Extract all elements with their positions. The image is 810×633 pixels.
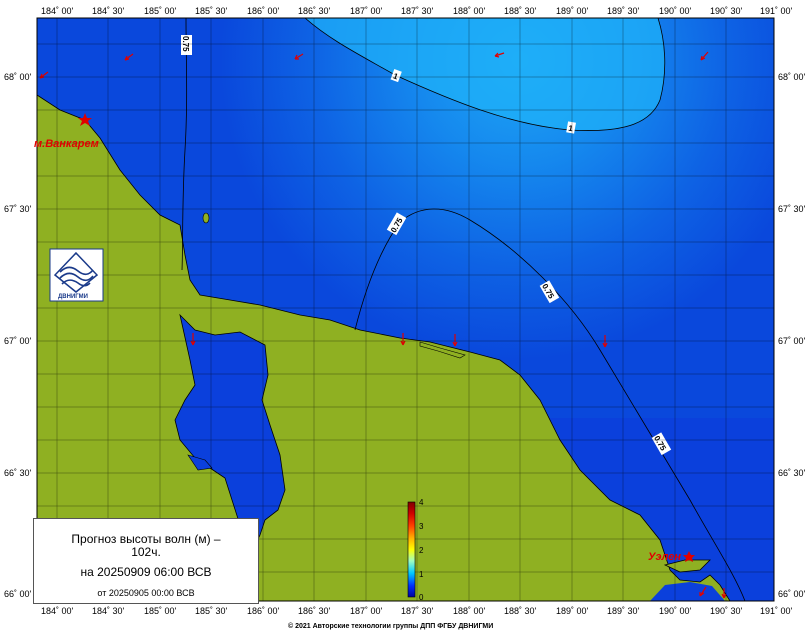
svg-text:67˚ 30': 67˚ 30' xyxy=(4,204,32,214)
svg-text:66˚ 00': 66˚ 00' xyxy=(778,589,806,599)
dvnigmi-logo: ДВНИГМИ xyxy=(49,248,104,302)
svg-text:185˚ 00': 185˚ 00' xyxy=(144,606,177,616)
svg-text:67˚ 00': 67˚ 00' xyxy=(778,336,806,346)
svg-text:190˚ 30': 190˚ 30' xyxy=(710,606,743,616)
svg-text:66˚ 30': 66˚ 30' xyxy=(778,468,806,478)
islet xyxy=(202,212,210,224)
lat-labels-right: 68˚ 00' 67˚ 30' 67˚ 00' 66˚ 30' 66˚ 00' xyxy=(778,72,806,599)
svg-text:186˚ 30': 186˚ 30' xyxy=(298,6,331,16)
forecast-title: Прогноз высоты волн (м) – xyxy=(71,532,221,546)
svg-text:3: 3 xyxy=(419,522,424,531)
svg-text:191˚ 00': 191˚ 00' xyxy=(760,606,793,616)
svg-text:189˚ 00': 189˚ 00' xyxy=(556,6,589,16)
svg-text:189˚ 30': 189˚ 30' xyxy=(607,606,640,616)
svg-text:185˚ 30': 185˚ 30' xyxy=(195,6,228,16)
svg-text:185˚ 00': 185˚ 00' xyxy=(144,6,177,16)
svg-text:2: 2 xyxy=(419,546,424,555)
svg-text:188˚ 00': 188˚ 00' xyxy=(453,6,486,16)
forecast-issue-time: от 20250905 00:00 ВСВ xyxy=(97,588,195,598)
svg-text:184˚ 30': 184˚ 30' xyxy=(92,6,125,16)
svg-text:187˚ 00': 187˚ 00' xyxy=(350,606,383,616)
svg-text:66˚ 00': 66˚ 00' xyxy=(4,589,32,599)
lon-labels-top: 184˚ 00' 184˚ 30' 185˚ 00' 185˚ 30' 186˚… xyxy=(41,6,793,16)
svg-text:187˚ 00': 187˚ 00' xyxy=(350,6,383,16)
svg-text:185˚ 30': 185˚ 30' xyxy=(195,606,228,616)
svg-text:190˚ 30': 190˚ 30' xyxy=(710,6,743,16)
svg-text:190˚ 00': 190˚ 00' xyxy=(659,606,692,616)
copyright: © 2021 Авторские технологии группы ДПП Ф… xyxy=(288,622,493,630)
lat-labels-left: 68˚ 00' 67˚ 30' 67˚ 00' 66˚ 30' 66˚ 00' xyxy=(4,72,32,599)
svg-text:190˚ 00': 190˚ 00' xyxy=(659,6,692,16)
svg-text:184˚ 30': 184˚ 30' xyxy=(92,606,125,616)
svg-text:68˚ 00': 68˚ 00' xyxy=(4,72,32,82)
svg-text:67˚ 30': 67˚ 30' xyxy=(778,204,806,214)
forecast-info-box: Прогноз высоты волн (м) – 102ч. на 20250… xyxy=(33,518,259,604)
logo-text: ДВНИГМИ xyxy=(58,294,88,300)
forecast-lead-time: 102ч. xyxy=(131,545,161,559)
svg-text:188˚ 00': 188˚ 00' xyxy=(453,606,486,616)
svg-text:189˚ 00': 189˚ 00' xyxy=(556,606,589,616)
forecast-valid-time: на 20250909 06:00 ВСВ xyxy=(80,565,212,579)
svg-text:187˚ 30': 187˚ 30' xyxy=(401,6,434,16)
svg-text:186˚ 00': 186˚ 00' xyxy=(247,606,280,616)
svg-text:186˚ 00': 186˚ 00' xyxy=(247,6,280,16)
svg-text:184˚ 00': 184˚ 00' xyxy=(41,606,74,616)
svg-text:188˚ 30': 188˚ 30' xyxy=(504,606,537,616)
svg-text:184˚ 00': 184˚ 00' xyxy=(41,6,74,16)
svg-text:68˚ 00': 68˚ 00' xyxy=(778,72,806,82)
svg-text:66˚ 30': 66˚ 30' xyxy=(4,468,32,478)
lon-labels-bottom: 184˚ 00' 184˚ 30' 185˚ 00' 185˚ 30' 186˚… xyxy=(41,606,793,616)
svg-text:1: 1 xyxy=(419,570,424,579)
svg-text:0: 0 xyxy=(419,593,424,602)
svg-text:187˚ 30': 187˚ 30' xyxy=(401,606,434,616)
svg-text:4: 4 xyxy=(419,498,424,507)
svg-text:191˚ 00': 191˚ 00' xyxy=(760,6,793,16)
svg-text:186˚ 30': 186˚ 30' xyxy=(298,606,331,616)
svg-text:67˚ 00': 67˚ 00' xyxy=(4,336,32,346)
svg-text:м.Ванкарем: м.Ванкарем xyxy=(34,138,99,150)
svg-text:Уэлен: Уэлен xyxy=(648,551,681,563)
svg-text:188˚ 30': 188˚ 30' xyxy=(504,6,537,16)
svg-text:189˚ 30': 189˚ 30' xyxy=(607,6,640,16)
